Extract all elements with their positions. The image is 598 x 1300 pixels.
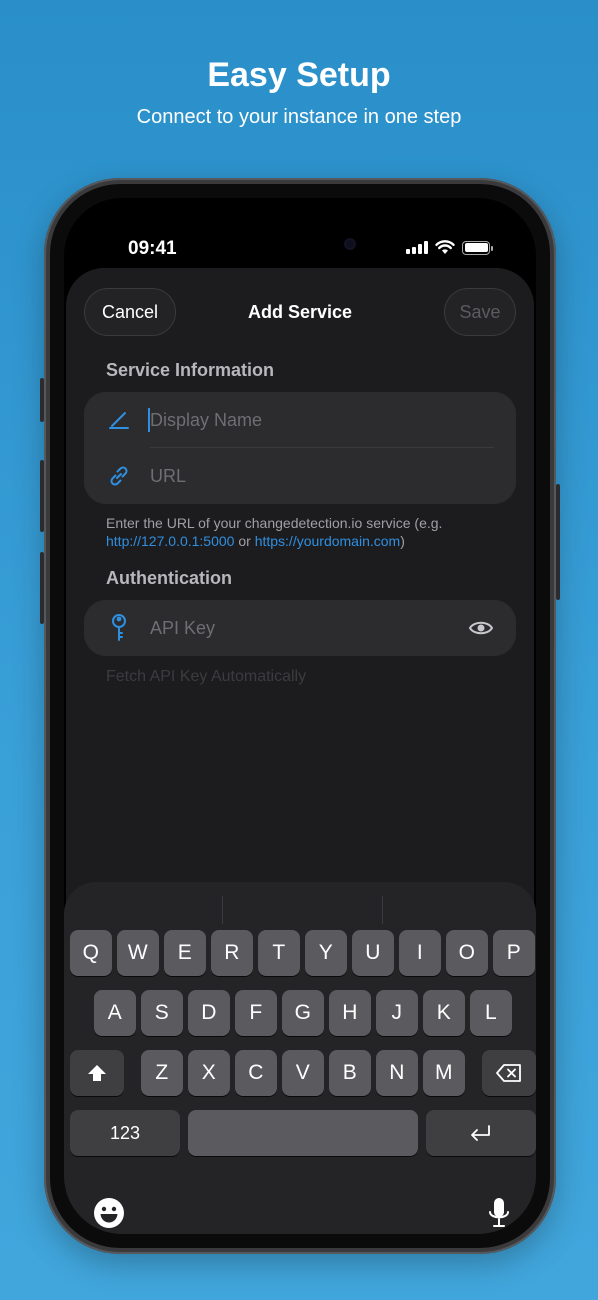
key-u[interactable]: U bbox=[352, 930, 394, 976]
microphone-icon[interactable] bbox=[482, 1196, 516, 1230]
status-time: 09:41 bbox=[128, 238, 177, 259]
return-key[interactable] bbox=[426, 1110, 536, 1156]
service-information-header: Service Information bbox=[106, 360, 275, 380]
key-o[interactable]: O bbox=[446, 930, 488, 976]
url-helper-text: Enter the URL of your changedetection.io… bbox=[106, 514, 498, 550]
shift-icon bbox=[88, 1065, 106, 1081]
hero-subtitle: Connect to your instance in one step bbox=[136, 106, 462, 128]
service-information-card: Display Name URL bbox=[84, 392, 516, 504]
key-j[interactable]: J bbox=[376, 990, 418, 1036]
camera-icon bbox=[344, 238, 356, 250]
volume-up-button bbox=[40, 460, 44, 532]
helper-suffix: ) bbox=[400, 533, 405, 549]
key-f[interactable]: F bbox=[235, 990, 277, 1036]
key-h[interactable]: H bbox=[329, 990, 371, 1036]
keyboard: QWERTYUIOP ASDFGHJKL ZXCVBNM 123 bbox=[64, 882, 536, 1234]
key-b[interactable]: B bbox=[329, 1050, 371, 1096]
key-y[interactable]: Y bbox=[305, 930, 347, 976]
shift-key[interactable] bbox=[70, 1050, 124, 1096]
key-v[interactable]: V bbox=[282, 1050, 324, 1096]
link-icon bbox=[110, 466, 128, 486]
key-icon bbox=[112, 614, 126, 641]
key-p[interactable]: P bbox=[493, 930, 535, 976]
api-key-field[interactable]: API Key bbox=[84, 600, 516, 656]
fetch-api-key-button[interactable]: Fetch API Key Automatically bbox=[106, 668, 306, 686]
key-x[interactable]: X bbox=[188, 1050, 230, 1096]
example-local-link[interactable]: http://127.0.0.1:5000 bbox=[106, 533, 234, 549]
key-z[interactable]: Z bbox=[141, 1050, 183, 1096]
prediction-divider bbox=[222, 896, 223, 924]
delete-key[interactable] bbox=[482, 1050, 536, 1096]
authentication-header: Authentication bbox=[106, 568, 232, 588]
prediction-divider bbox=[382, 896, 383, 924]
key-e[interactable]: E bbox=[164, 930, 206, 976]
status-icons bbox=[406, 240, 493, 255]
key-i[interactable]: I bbox=[399, 930, 441, 976]
key-m[interactable]: M bbox=[423, 1050, 465, 1096]
volume-down-button bbox=[40, 552, 44, 624]
return-icon bbox=[471, 1125, 490, 1141]
eye-icon[interactable] bbox=[468, 618, 494, 638]
key-d[interactable]: D bbox=[188, 990, 230, 1036]
phone-screen: 09:41 Cancel Add Service Save Service In… bbox=[64, 198, 536, 1234]
power-button bbox=[556, 484, 560, 600]
url-field[interactable]: URL bbox=[84, 448, 516, 504]
key-q[interactable]: Q bbox=[70, 930, 112, 976]
key-w[interactable]: W bbox=[117, 930, 159, 976]
key-r[interactable]: R bbox=[211, 930, 253, 976]
emoji-icon[interactable] bbox=[92, 1196, 126, 1230]
key-n[interactable]: N bbox=[376, 1050, 418, 1096]
numbers-key[interactable]: 123 bbox=[70, 1110, 180, 1156]
battery-icon bbox=[462, 240, 493, 255]
display-name-field[interactable]: Display Name bbox=[84, 392, 516, 448]
helper-or: or bbox=[234, 533, 255, 549]
pencil-icon bbox=[109, 412, 129, 429]
api-key-card: API Key bbox=[84, 600, 516, 656]
space-key[interactable] bbox=[188, 1110, 418, 1156]
key-g[interactable]: G bbox=[282, 990, 324, 1036]
key-l[interactable]: L bbox=[470, 990, 512, 1036]
key-k[interactable]: K bbox=[423, 990, 465, 1036]
api-key-input[interactable]: API Key bbox=[150, 618, 215, 639]
key-t[interactable]: T bbox=[258, 930, 300, 976]
wifi-icon bbox=[435, 240, 455, 254]
display-name-input[interactable]: Display Name bbox=[150, 410, 262, 431]
url-input[interactable]: URL bbox=[150, 466, 186, 487]
example-domain-link[interactable]: https://yourdomain.com bbox=[255, 533, 401, 549]
helper-prefix: Enter the URL of your changedetection.io… bbox=[106, 515, 443, 531]
key-s[interactable]: S bbox=[141, 990, 183, 1036]
backspace-icon bbox=[496, 1064, 521, 1082]
dynamic-island bbox=[244, 226, 370, 262]
cellular-signal-icon bbox=[406, 241, 428, 254]
phone-frame: 09:41 Cancel Add Service Save Service In… bbox=[40, 178, 560, 1254]
key-a[interactable]: A bbox=[94, 990, 136, 1036]
key-c[interactable]: C bbox=[235, 1050, 277, 1096]
save-button[interactable]: Save bbox=[444, 288, 516, 336]
action-button bbox=[40, 378, 44, 422]
hero-title: Easy Setup bbox=[207, 56, 391, 94]
